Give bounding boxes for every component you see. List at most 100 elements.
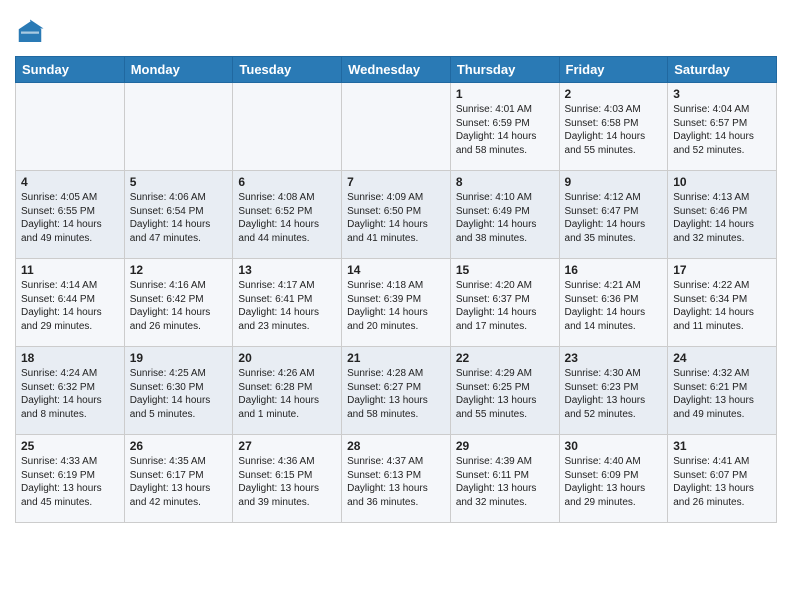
day-number: 2 [565, 87, 663, 101]
day-number: 7 [347, 175, 445, 189]
day-number: 24 [673, 351, 771, 365]
day-detail: Sunrise: 4:35 AM Sunset: 6:17 PM Dayligh… [130, 455, 228, 509]
day-cell: 1 Sunrise: 4:01 AM Sunset: 6:59 PM Daylig… [450, 83, 559, 171]
day-number: 30 [565, 439, 663, 453]
day-cell: 29 Sunrise: 4:39 AM Sunset: 6:11 PM Dayli… [450, 435, 559, 523]
day-cell: 22 Sunrise: 4:29 AM Sunset: 6:25 PM Dayli… [450, 347, 559, 435]
day-detail: Sunrise: 4:10 AM Sunset: 6:49 PM Dayligh… [456, 191, 554, 245]
page-header [15, 10, 777, 48]
day-cell: 17 Sunrise: 4:22 AM Sunset: 6:34 PM Dayli… [668, 259, 777, 347]
day-detail: Sunrise: 4:24 AM Sunset: 6:32 PM Dayligh… [21, 367, 119, 421]
day-cell: 27 Sunrise: 4:36 AM Sunset: 6:15 PM Dayli… [233, 435, 342, 523]
day-detail: Sunrise: 4:29 AM Sunset: 6:25 PM Dayligh… [456, 367, 554, 421]
day-detail: Sunrise: 4:09 AM Sunset: 6:50 PM Dayligh… [347, 191, 445, 245]
day-cell: 12Sunrise: 4:16 AM Sunset: 6:42 PM Dayli… [124, 259, 233, 347]
day-detail: Sunrise: 4:14 AM Sunset: 6:44 PM Dayligh… [21, 279, 119, 333]
day-number: 20 [238, 351, 336, 365]
day-cell: 15 Sunrise: 4:20 AM Sunset: 6:37 PM Dayli… [450, 259, 559, 347]
day-detail: Sunrise: 4:08 AM Sunset: 6:52 PM Dayligh… [238, 191, 336, 245]
day-detail: Sunrise: 4:22 AM Sunset: 6:34 PM Dayligh… [673, 279, 771, 333]
day-cell [233, 83, 342, 171]
week-row-3: 11Sunrise: 4:14 AM Sunset: 6:44 PM Dayli… [16, 259, 777, 347]
day-detail: Sunrise: 4:06 AM Sunset: 6:54 PM Dayligh… [130, 191, 228, 245]
day-cell: 23 Sunrise: 4:30 AM Sunset: 6:23 PM Dayli… [559, 347, 668, 435]
day-number: 16 [565, 263, 663, 277]
calendar-header: SundayMondayTuesdayWednesdayThursdayFrid… [16, 57, 777, 83]
day-cell: 16 Sunrise: 4:21 AM Sunset: 6:36 PM Dayli… [559, 259, 668, 347]
day-cell: 5Sunrise: 4:06 AM Sunset: 6:54 PM Daylig… [124, 171, 233, 259]
logo-icon [15, 18, 45, 48]
day-detail: Sunrise: 4:16 AM Sunset: 6:42 PM Dayligh… [130, 279, 228, 333]
day-cell: 26 Sunrise: 4:35 AM Sunset: 6:17 PM Dayli… [124, 435, 233, 523]
day-number: 23 [565, 351, 663, 365]
day-cell: 21 Sunrise: 4:28 AM Sunset: 6:27 PM Dayli… [342, 347, 451, 435]
day-detail: Sunrise: 4:32 AM Sunset: 6:21 PM Dayligh… [673, 367, 771, 421]
header-cell-wednesday: Wednesday [342, 57, 451, 83]
day-detail: Sunrise: 4:41 AM Sunset: 6:07 PM Dayligh… [673, 455, 771, 509]
day-cell: 30 Sunrise: 4:40 AM Sunset: 6:09 PM Dayli… [559, 435, 668, 523]
day-cell: 4Sunrise: 4:05 AM Sunset: 6:55 PM Daylig… [16, 171, 125, 259]
day-number: 10 [673, 175, 771, 189]
day-number: 6 [238, 175, 336, 189]
day-cell: 20 Sunrise: 4:26 AM Sunset: 6:28 PM Dayli… [233, 347, 342, 435]
day-cell: 25 Sunrise: 4:33 AM Sunset: 6:19 PM Dayli… [16, 435, 125, 523]
day-detail: Sunrise: 4:28 AM Sunset: 6:27 PM Dayligh… [347, 367, 445, 421]
day-number: 19 [130, 351, 228, 365]
day-number: 15 [456, 263, 554, 277]
day-detail: Sunrise: 4:21 AM Sunset: 6:36 PM Dayligh… [565, 279, 663, 333]
day-cell: 8 Sunrise: 4:10 AM Sunset: 6:49 PM Daylig… [450, 171, 559, 259]
day-detail: Sunrise: 4:05 AM Sunset: 6:55 PM Dayligh… [21, 191, 119, 245]
day-cell: 28Sunrise: 4:37 AM Sunset: 6:13 PM Dayli… [342, 435, 451, 523]
day-detail: Sunrise: 4:30 AM Sunset: 6:23 PM Dayligh… [565, 367, 663, 421]
day-cell: 14Sunrise: 4:18 AM Sunset: 6:39 PM Dayli… [342, 259, 451, 347]
day-number: 27 [238, 439, 336, 453]
day-detail: Sunrise: 4:36 AM Sunset: 6:15 PM Dayligh… [238, 455, 336, 509]
header-cell-friday: Friday [559, 57, 668, 83]
day-cell: 9 Sunrise: 4:12 AM Sunset: 6:47 PM Daylig… [559, 171, 668, 259]
day-number: 1 [456, 87, 554, 101]
day-number: 14 [347, 263, 445, 277]
day-number: 25 [21, 439, 119, 453]
day-number: 22 [456, 351, 554, 365]
day-cell: 6 Sunrise: 4:08 AM Sunset: 6:52 PM Daylig… [233, 171, 342, 259]
day-number: 26 [130, 439, 228, 453]
day-number: 31 [673, 439, 771, 453]
day-number: 21 [347, 351, 445, 365]
day-number: 9 [565, 175, 663, 189]
day-number: 18 [21, 351, 119, 365]
day-cell: 10Sunrise: 4:13 AM Sunset: 6:46 PM Dayli… [668, 171, 777, 259]
header-cell-monday: Monday [124, 57, 233, 83]
day-cell: 13 Sunrise: 4:17 AM Sunset: 6:41 PM Dayli… [233, 259, 342, 347]
day-cell: 19 Sunrise: 4:25 AM Sunset: 6:30 PM Dayli… [124, 347, 233, 435]
day-number: 17 [673, 263, 771, 277]
day-detail: Sunrise: 4:40 AM Sunset: 6:09 PM Dayligh… [565, 455, 663, 509]
logo [15, 18, 47, 48]
day-detail: Sunrise: 4:01 AM Sunset: 6:59 PM Dayligh… [456, 103, 554, 157]
day-detail: Sunrise: 4:37 AM Sunset: 6:13 PM Dayligh… [347, 455, 445, 509]
day-detail: Sunrise: 4:39 AM Sunset: 6:11 PM Dayligh… [456, 455, 554, 509]
week-row-2: 4Sunrise: 4:05 AM Sunset: 6:55 PM Daylig… [16, 171, 777, 259]
day-detail: Sunrise: 4:04 AM Sunset: 6:57 PM Dayligh… [673, 103, 771, 157]
day-cell: 11Sunrise: 4:14 AM Sunset: 6:44 PM Dayli… [16, 259, 125, 347]
header-cell-saturday: Saturday [668, 57, 777, 83]
day-cell [16, 83, 125, 171]
day-cell: 24 Sunrise: 4:32 AM Sunset: 6:21 PM Dayli… [668, 347, 777, 435]
day-number: 8 [456, 175, 554, 189]
day-detail: Sunrise: 4:25 AM Sunset: 6:30 PM Dayligh… [130, 367, 228, 421]
day-detail: Sunrise: 4:26 AM Sunset: 6:28 PM Dayligh… [238, 367, 336, 421]
calendar-body: 1 Sunrise: 4:01 AM Sunset: 6:59 PM Daylig… [16, 83, 777, 523]
week-row-1: 1 Sunrise: 4:01 AM Sunset: 6:59 PM Daylig… [16, 83, 777, 171]
day-detail: Sunrise: 4:12 AM Sunset: 6:47 PM Dayligh… [565, 191, 663, 245]
day-cell: 31 Sunrise: 4:41 AM Sunset: 6:07 PM Dayli… [668, 435, 777, 523]
calendar-table: SundayMondayTuesdayWednesdayThursdayFrid… [15, 56, 777, 523]
day-number: 29 [456, 439, 554, 453]
day-cell: 3Sunrise: 4:04 AM Sunset: 6:57 PM Daylig… [668, 83, 777, 171]
day-detail: Sunrise: 4:03 AM Sunset: 6:58 PM Dayligh… [565, 103, 663, 157]
header-cell-sunday: Sunday [16, 57, 125, 83]
week-row-4: 18 Sunrise: 4:24 AM Sunset: 6:32 PM Dayli… [16, 347, 777, 435]
day-detail: Sunrise: 4:20 AM Sunset: 6:37 PM Dayligh… [456, 279, 554, 333]
day-number: 13 [238, 263, 336, 277]
day-detail: Sunrise: 4:17 AM Sunset: 6:41 PM Dayligh… [238, 279, 336, 333]
day-detail: Sunrise: 4:33 AM Sunset: 6:19 PM Dayligh… [21, 455, 119, 509]
header-row: SundayMondayTuesdayWednesdayThursdayFrid… [16, 57, 777, 83]
